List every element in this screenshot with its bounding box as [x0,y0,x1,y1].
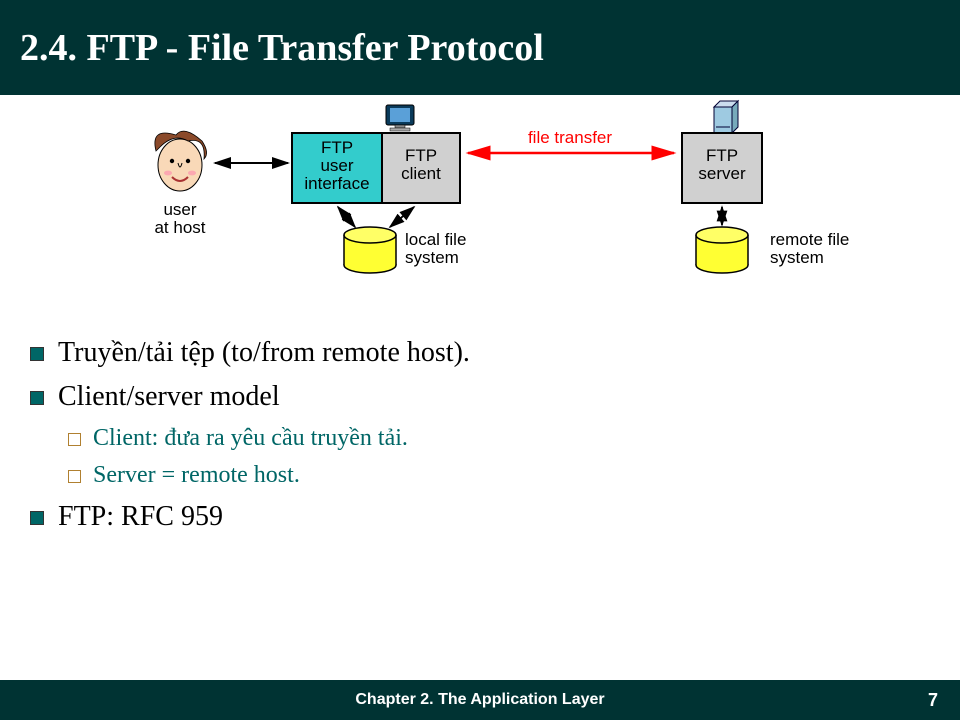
remote-fs-icon [696,227,748,273]
page-number: 7 [928,690,938,711]
bullet-item: Truyền/tải tệp (to/from remote host). [30,337,930,369]
sub-bullet-text: Server = remote host. [93,462,300,489]
bullet-text: Truyền/tải tệp (to/from remote host). [58,337,470,369]
bullet-item: Client/server model [30,381,930,413]
bullet-text: FTP: RFC 959 [58,501,223,533]
server-tower-icon [714,101,738,133]
sub-bullet-marker-icon [68,470,81,483]
sub-bullet-text: Client: đưa ra yêu cầu truyền tải. [93,425,408,452]
file-transfer-label: file transfer [528,128,612,147]
monitor-icon [386,105,414,131]
bullet-item: FTP: RFC 959 [30,501,930,533]
local-fs-icon [344,227,396,273]
ftp-diagram: userat host FTPuserinterface FTPclient F… [0,95,960,315]
slide-body: Truyền/tải tệp (to/from remote host). Cl… [0,315,960,533]
user-label: userat host [154,200,205,237]
footer-chapter: Chapter 2. The Application Layer [355,691,604,709]
slide-title: 2.4. FTP - File Transfer Protocol [20,26,544,70]
sub-bullet-item: Server = remote host. [68,462,930,489]
bullet-marker-icon [30,347,44,361]
sub-bullet-marker-icon [68,433,81,446]
slide-header: 2.4. FTP - File Transfer Protocol [0,0,960,95]
ftp-client-label: FTPclient [401,146,441,183]
remote-fs-label: remote filesystem [770,230,849,267]
user-icon [155,131,207,191]
bullet-marker-icon [30,511,44,525]
bullet-marker-icon [30,391,44,405]
sub-bullet-item: Client: đưa ra yêu cầu truyền tải. [68,425,930,452]
bullet-text: Client/server model [58,381,280,413]
local-fs-label: local filesystem [405,230,466,267]
slide-footer: Chapter 2. The Application Layer 7 [0,680,960,720]
